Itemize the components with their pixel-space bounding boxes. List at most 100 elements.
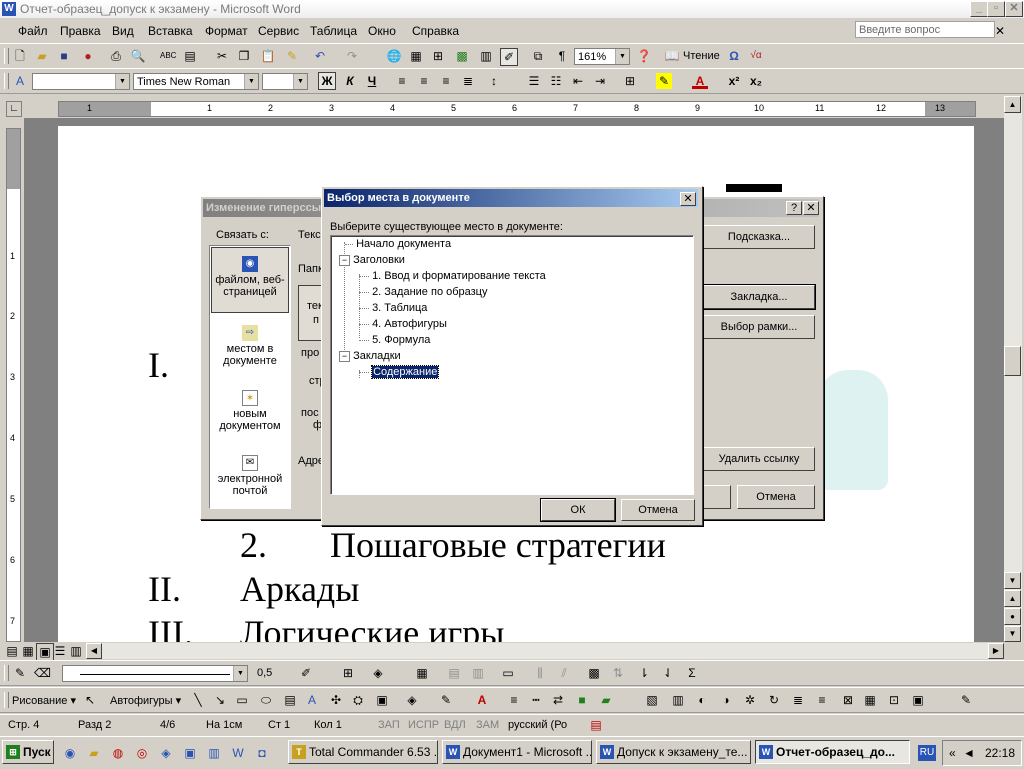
- insert-table-icon[interactable]: ⊞: [430, 48, 446, 64]
- justify-icon[interactable]: ≣: [460, 73, 476, 89]
- style-select[interactable]: ▼: [32, 73, 130, 90]
- chevron-down-icon[interactable]: ▼: [244, 74, 258, 89]
- tree-node-heading[interactable]: 5. Формула: [359, 334, 430, 346]
- ok-button[interactable]: ОК: [541, 499, 615, 521]
- target-frame-button[interactable]: Выбор рамки...: [703, 315, 815, 339]
- scroll-up-icon[interactable]: ▲: [1004, 96, 1021, 113]
- eraser-icon[interactable]: ⌫: [34, 665, 51, 681]
- line-spacing-icon[interactable]: ↕: [486, 73, 502, 89]
- link-new-document-button[interactable]: ✶ новым документом: [211, 390, 289, 432]
- scroll-left-icon[interactable]: ◀: [86, 643, 102, 659]
- oval-icon[interactable]: ⬭: [258, 692, 274, 708]
- subscript-button[interactable]: x₂: [748, 73, 764, 89]
- shadow-icon[interactable]: ■: [574, 692, 590, 708]
- distribute-rows-icon[interactable]: ⫼: [532, 665, 548, 681]
- underline-button[interactable]: Ч: [364, 73, 380, 89]
- volume-icon[interactable]: ◄: [963, 746, 975, 760]
- task-report-sample[interactable]: W Отчет-образец_до...: [755, 740, 910, 764]
- tray-expand-icon[interactable]: «: [949, 746, 956, 760]
- symbol-icon[interactable]: Ω: [726, 48, 742, 64]
- quicklaunch-program-icon[interactable]: ◈: [158, 745, 174, 761]
- crop-icon[interactable]: ✲: [742, 692, 758, 708]
- clipart-icon[interactable]: ⛭: [350, 692, 366, 708]
- toolbar-grip[interactable]: [4, 665, 9, 681]
- menu-window[interactable]: Окно: [368, 24, 396, 38]
- columns-icon[interactable]: ▥: [478, 48, 494, 64]
- chevron-down-icon[interactable]: ▼: [615, 49, 629, 64]
- decrease-indent-icon[interactable]: ⇤: [570, 73, 586, 89]
- horizontal-ruler[interactable]: 1 1 2 3 4 5 6 7 8 9 10 11 12 13: [58, 101, 976, 117]
- bookmark-button[interactable]: Закладка...: [703, 285, 815, 309]
- task-document1[interactable]: W Документ1 - Microsoft ...: [442, 740, 592, 764]
- menu-view[interactable]: Вид: [112, 24, 134, 38]
- menu-table[interactable]: Таблица: [310, 24, 357, 38]
- menu-file[interactable]: Файл: [18, 24, 48, 38]
- reading-view-icon[interactable]: ▥: [68, 643, 84, 659]
- tree-node-heading[interactable]: 1. Ввод и форматирование текста: [359, 270, 546, 282]
- save-icon[interactable]: ■: [56, 48, 72, 64]
- normal-view-icon[interactable]: ▤: [4, 643, 20, 659]
- transparent-color-icon[interactable]: ⊡: [886, 692, 902, 708]
- numbering-icon[interactable]: ☰: [526, 73, 542, 89]
- tree-node-bookmarks[interactable]: − Закладки: [339, 350, 401, 362]
- word-app-icon[interactable]: W: [2, 2, 16, 16]
- toolbar-grip[interactable]: [4, 48, 9, 64]
- task-exam-admission[interactable]: W Допуск к экзамену_те...: [596, 740, 751, 764]
- align-left-icon[interactable]: ≡: [394, 73, 410, 89]
- vertical-scrollbar[interactable]: ▲ ▼ ▲ ● ▼: [1004, 96, 1022, 642]
- diagram-icon[interactable]: ✣: [328, 692, 344, 708]
- line-style-icon[interactable]: ≡: [506, 692, 522, 708]
- status-language[interactable]: русский (Ро: [508, 719, 567, 731]
- arrow-style-icon[interactable]: ⇄: [550, 692, 566, 708]
- insert-excel-icon[interactable]: ▩: [454, 48, 470, 64]
- merge-cells-icon[interactable]: ▤: [446, 665, 462, 681]
- document-map-icon[interactable]: ⧉: [530, 48, 546, 64]
- bold-button[interactable]: Ж: [318, 72, 336, 90]
- browse-object-icon[interactable]: ●: [1004, 608, 1021, 625]
- autoshapes-menu-button[interactable]: Автофигуры ▾: [110, 694, 181, 707]
- screentip-button[interactable]: Подсказка...: [703, 225, 815, 249]
- dialog-close-button[interactable]: ✕: [680, 192, 696, 206]
- equation-icon[interactable]: √α: [748, 48, 764, 64]
- sort-ascending-icon[interactable]: ⇂: [636, 665, 652, 681]
- quicklaunch-desktop-icon[interactable]: ▥: [206, 745, 222, 761]
- brightness-icon[interactable]: ◑: [718, 692, 734, 708]
- research-icon[interactable]: ▤: [182, 48, 198, 64]
- quicklaunch-ie-icon[interactable]: ◉: [62, 745, 78, 761]
- sort-descending-icon[interactable]: ⇃: [660, 665, 676, 681]
- tree-node-start[interactable]: Начало документа: [345, 238, 451, 250]
- chevron-down-icon[interactable]: ▼: [115, 74, 129, 89]
- distribute-columns-icon[interactable]: ⫽: [556, 665, 572, 681]
- tab-selector[interactable]: ∟: [6, 101, 22, 117]
- close-button[interactable]: ✕: [1005, 1, 1023, 17]
- select-objects-icon[interactable]: ↖: [82, 692, 98, 708]
- zoom-select[interactable]: 161% ▼: [574, 48, 630, 65]
- close-document-icon[interactable]: ✕: [995, 24, 1005, 38]
- next-page-icon[interactable]: ▼: [1004, 626, 1021, 642]
- toolbar-grip[interactable]: [4, 73, 9, 89]
- border-color-icon[interactable]: ✐: [298, 665, 314, 681]
- spelling-icon[interactable]: ABC: [160, 48, 176, 64]
- italic-button[interactable]: К: [342, 73, 358, 89]
- scroll-down-icon[interactable]: ▼: [1004, 572, 1021, 589]
- show-hide-pilcrow-icon[interactable]: ¶: [554, 48, 570, 64]
- ok-button-partial[interactable]: [701, 485, 731, 509]
- menu-format[interactable]: Формат: [205, 24, 248, 38]
- previous-page-icon[interactable]: ▲: [1004, 590, 1021, 607]
- status-extend-selection[interactable]: ВДЛ: [444, 719, 466, 731]
- remove-link-button[interactable]: Удалить ссылку: [703, 447, 815, 471]
- minimize-button[interactable]: _: [970, 1, 988, 17]
- scroll-right-icon[interactable]: ▶: [988, 643, 1004, 659]
- tables-borders-icon[interactable]: ▦: [408, 48, 424, 64]
- insert-table-icon[interactable]: ▦: [414, 665, 430, 681]
- paste-icon[interactable]: 📋: [260, 48, 276, 64]
- tree-node-bookmark-selected[interactable]: Содержание: [359, 365, 440, 379]
- link-email-button[interactable]: ✉ электронной почтой: [211, 455, 289, 497]
- arrow-icon[interactable]: ↘: [212, 692, 228, 708]
- scroll-thumb[interactable]: [1004, 346, 1021, 376]
- language-indicator[interactable]: RU: [918, 745, 936, 761]
- superscript-button[interactable]: x²: [726, 73, 742, 89]
- 3d-icon[interactable]: ▰: [598, 692, 614, 708]
- outline-view-icon[interactable]: ☰: [52, 643, 68, 659]
- quicklaunch-word-icon[interactable]: W: [230, 745, 246, 761]
